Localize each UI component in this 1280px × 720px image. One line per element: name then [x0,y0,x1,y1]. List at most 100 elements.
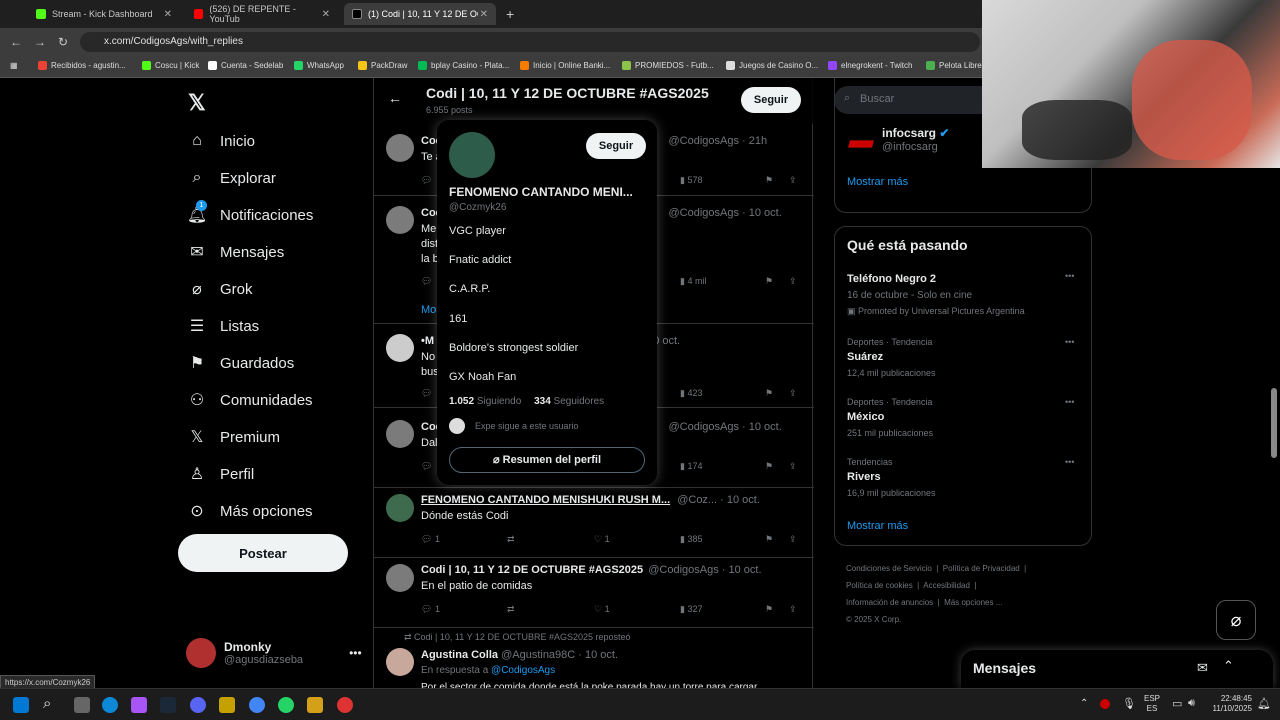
views-icon[interactable]: ▮ 423 [680,388,702,399]
bookmark-item[interactable]: PackDraw [358,61,407,70]
profile-summary-button[interactable]: ⌀ Resumen del perfil [449,447,645,473]
footer-link[interactable]: Condiciones de Servicio [846,564,932,573]
tab-x[interactable]: (1) Codi | 10, 11 Y 12 DE OCTUB ✕ [344,3,496,25]
follow-button[interactable]: Seguir [586,133,646,159]
like-icon[interactable]: ♡ 1 [594,534,610,545]
footer-link[interactable]: Más opciones ... [944,598,1002,607]
back-icon[interactable]: ← [10,35,22,49]
more-icon[interactable]: ••• [1065,397,1074,407]
reply-icon[interactable]: 💬︎ [421,388,432,399]
tray-app-icon[interactable] [1100,699,1110,709]
language-indicator[interactable]: ESP ES [1144,694,1160,714]
tweet-author[interactable]: FENOMENO CANTANDO MENISHUKI RUSH M... @C… [421,494,760,506]
windows-start-icon[interactable] [13,697,29,713]
avatar[interactable] [449,132,495,178]
tweet[interactable]: FENOMENO CANTANDO MENISHUKI RUSH M... @C… [374,488,814,558]
chevron-up-icon[interactable]: ⌃ [1080,698,1088,709]
avatar[interactable] [386,494,414,522]
x-logo-icon[interactable]: 𝕏 [188,90,206,116]
avatar[interactable] [386,134,414,162]
messages-drawer[interactable]: Mensajes ✉ ⌃ [961,650,1273,688]
reply-icon[interactable]: 💬︎ [421,461,432,472]
copilot-icon[interactable] [131,697,147,713]
chrome-icon[interactable] [249,697,265,713]
volume-icon[interactable]: 🔊︎ [1188,697,1195,710]
nav-notifications[interactable]: 🔔︎ 1 Notificaciones [186,200,313,226]
discord-icon[interactable] [190,697,206,713]
trend-name[interactable]: Rivers [847,471,881,483]
clock[interactable]: 22:48:45 11/10/2025 [1204,694,1252,714]
share-icon[interactable]: ⇪ [789,461,797,472]
close-icon[interactable]: ✕ [322,9,330,20]
like-icon[interactable]: ♡ 1 [594,604,610,615]
mic-icon[interactable]: 🎙︎ [1122,697,1136,710]
tweet-author[interactable]: Agustina Colla @Agustina98C · 10 oct. [421,649,618,661]
tab-youtube[interactable]: (526) DE REPENTE - YouTub ✕ [186,3,338,25]
show-more-link[interactable]: Mostrar más [847,520,908,532]
whatsapp-icon[interactable] [278,697,294,713]
bookmark-item[interactable]: Inicio | Online Banki... [520,61,610,70]
reply-icon[interactable]: 💬︎ 1 [421,534,440,545]
app-icon[interactable] [307,697,323,713]
avatar[interactable] [386,420,414,448]
tweet-author[interactable]: Codi | 10, 11 Y 12 DE OCTUBRE #AGS2025 @… [421,564,762,576]
bookmark-icon[interactable]: ⚑ [765,461,773,472]
show-more-link[interactable]: Mo [421,304,436,316]
share-icon[interactable]: ⇪ [789,388,797,399]
footer-link[interactable]: Accesibilidad [923,581,970,590]
close-icon[interactable]: ✕ [480,9,488,20]
network-icon[interactable]: ▭ [1172,697,1182,710]
avatar[interactable] [386,206,414,234]
app-icon[interactable] [337,697,353,713]
bookmark-item[interactable]: PROMIEDOS - Futb... [622,61,714,70]
footer-link[interactable]: Política de Privacidad [943,564,1020,573]
nav-explore[interactable]: ⌕ Explorar [186,167,276,189]
reply-icon[interactable]: 💬︎ 1 [421,604,440,615]
trend-name[interactable]: Teléfono Negro 2 [847,273,936,285]
share-icon[interactable]: ⇪ [789,534,797,545]
more-icon[interactable]: ••• [1065,457,1074,467]
steam-icon[interactable] [160,697,176,713]
bookmark-icon[interactable]: ⚑ [765,388,773,399]
bookmark-item[interactable]: elnegrokent - Twitch [828,61,912,70]
follow-button[interactable]: Seguir [741,87,801,113]
views-icon[interactable]: ▮ 327 [680,604,702,615]
bookmark-item[interactable]: Pelota Libre [926,61,982,70]
more-icon[interactable]: ••• [1065,271,1074,281]
bookmark-icon[interactable]: ⚑ [765,604,773,615]
reply-icon[interactable]: 💬︎ [421,276,432,287]
edge-icon[interactable] [102,697,118,713]
reload-icon[interactable]: ↻ [58,35,68,49]
new-tab-icon[interactable]: + [506,6,514,22]
footer-link[interactable]: Política de cookies [846,581,913,590]
task-view-icon[interactable] [74,697,90,713]
nav-grok[interactable]: ⌀ Grok [186,278,252,300]
repost-icon[interactable]: ⇄ [507,604,515,615]
nav-messages[interactable]: ✉ Mensajes [186,241,284,263]
views-icon[interactable]: ▮ 385 [680,534,702,545]
show-more-link[interactable]: Mostrar más [847,176,908,188]
post-button[interactable]: Postear [178,534,348,572]
avatar[interactable] [386,334,414,362]
share-icon[interactable]: ⇪ [789,276,797,287]
notification-bell-icon[interactable]: 🔔︎ [1257,697,1271,710]
nav-lists[interactable]: ☰ Listas [186,315,259,337]
trend-name[interactable]: México [847,411,884,423]
share-icon[interactable]: ⇪ [789,604,797,615]
nav-communities[interactable]: ⚇ Comunidades [186,389,313,411]
scrollbar[interactable] [1271,388,1277,458]
back-arrow-icon[interactable]: ← [388,90,402,106]
footer-link[interactable]: Información de anuncios [846,598,933,607]
bookmark-item[interactable]: Juegos de Casino O... [726,61,818,70]
avatar[interactable] [386,648,414,676]
bookmark-item[interactable]: WhatsApp [294,61,344,70]
repost-icon[interactable]: ⇄ [507,534,515,545]
tweet[interactable]: ⇄ Codi | 10, 11 Y 12 DE OCTUBRE #AGS2025… [374,628,814,688]
followers-link[interactable]: 334 Seguidores [534,396,604,407]
bookmark-item[interactable]: Coscu | Kick [142,61,199,70]
grok-button[interactable]: ⌀ [1216,600,1256,640]
tweet[interactable]: Codi | 10, 11 Y 12 DE OCTUBRE #AGS2025 @… [374,558,814,628]
bookmark-item[interactable]: Cuenta - Sedelab [208,61,283,70]
close-icon[interactable]: ✕ [164,9,172,20]
search-icon[interactable]: ⌕ [43,695,51,712]
